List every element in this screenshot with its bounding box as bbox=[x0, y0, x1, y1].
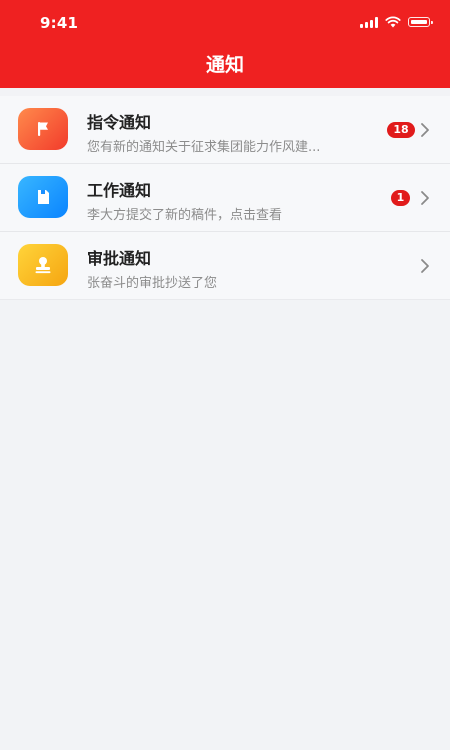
notification-title: 工作通知 bbox=[87, 181, 152, 200]
app-header: 9:41 通知 bbox=[0, 0, 450, 88]
notification-desc: 您有新的通知关于征求集团能力作风建... bbox=[87, 140, 321, 155]
document-icon bbox=[18, 176, 68, 218]
notification-desc: 李大方提交了新的稿件，点击查看 bbox=[87, 208, 283, 223]
unread-badge: 1 bbox=[391, 190, 410, 206]
notification-title: 审批通知 bbox=[87, 249, 152, 268]
notification-item-approval[interactable]: 审批通知 张奋斗的审批抄送了您 bbox=[0, 232, 450, 300]
chevron-right-icon bbox=[421, 123, 429, 137]
notification-item-work[interactable]: 工作通知 李大方提交了新的稿件，点击查看 1 bbox=[0, 164, 450, 232]
notification-list: 指令通知 您有新的通知关于征求集团能力作风建... 18 工作通知 李大方提交了… bbox=[0, 96, 450, 300]
battery-icon bbox=[408, 17, 433, 27]
status-icons bbox=[360, 15, 433, 29]
status-time: 9:41 bbox=[40, 14, 79, 32]
wifi-icon bbox=[385, 16, 401, 28]
page-title: 通知 bbox=[205, 54, 244, 76]
cellular-signal-icon bbox=[360, 16, 378, 28]
status-bar: 9:41 bbox=[0, 0, 450, 44]
chevron-right-icon bbox=[421, 259, 429, 273]
notification-desc: 张奋斗的审批抄送了您 bbox=[87, 276, 218, 291]
flag-icon bbox=[18, 108, 68, 150]
chevron-right-icon bbox=[421, 191, 429, 205]
unread-badge: 18 bbox=[387, 122, 415, 138]
notification-title: 指令通知 bbox=[87, 113, 152, 132]
stamp-icon bbox=[18, 244, 68, 286]
notification-item-command[interactable]: 指令通知 您有新的通知关于征求集团能力作风建... 18 bbox=[0, 96, 450, 164]
